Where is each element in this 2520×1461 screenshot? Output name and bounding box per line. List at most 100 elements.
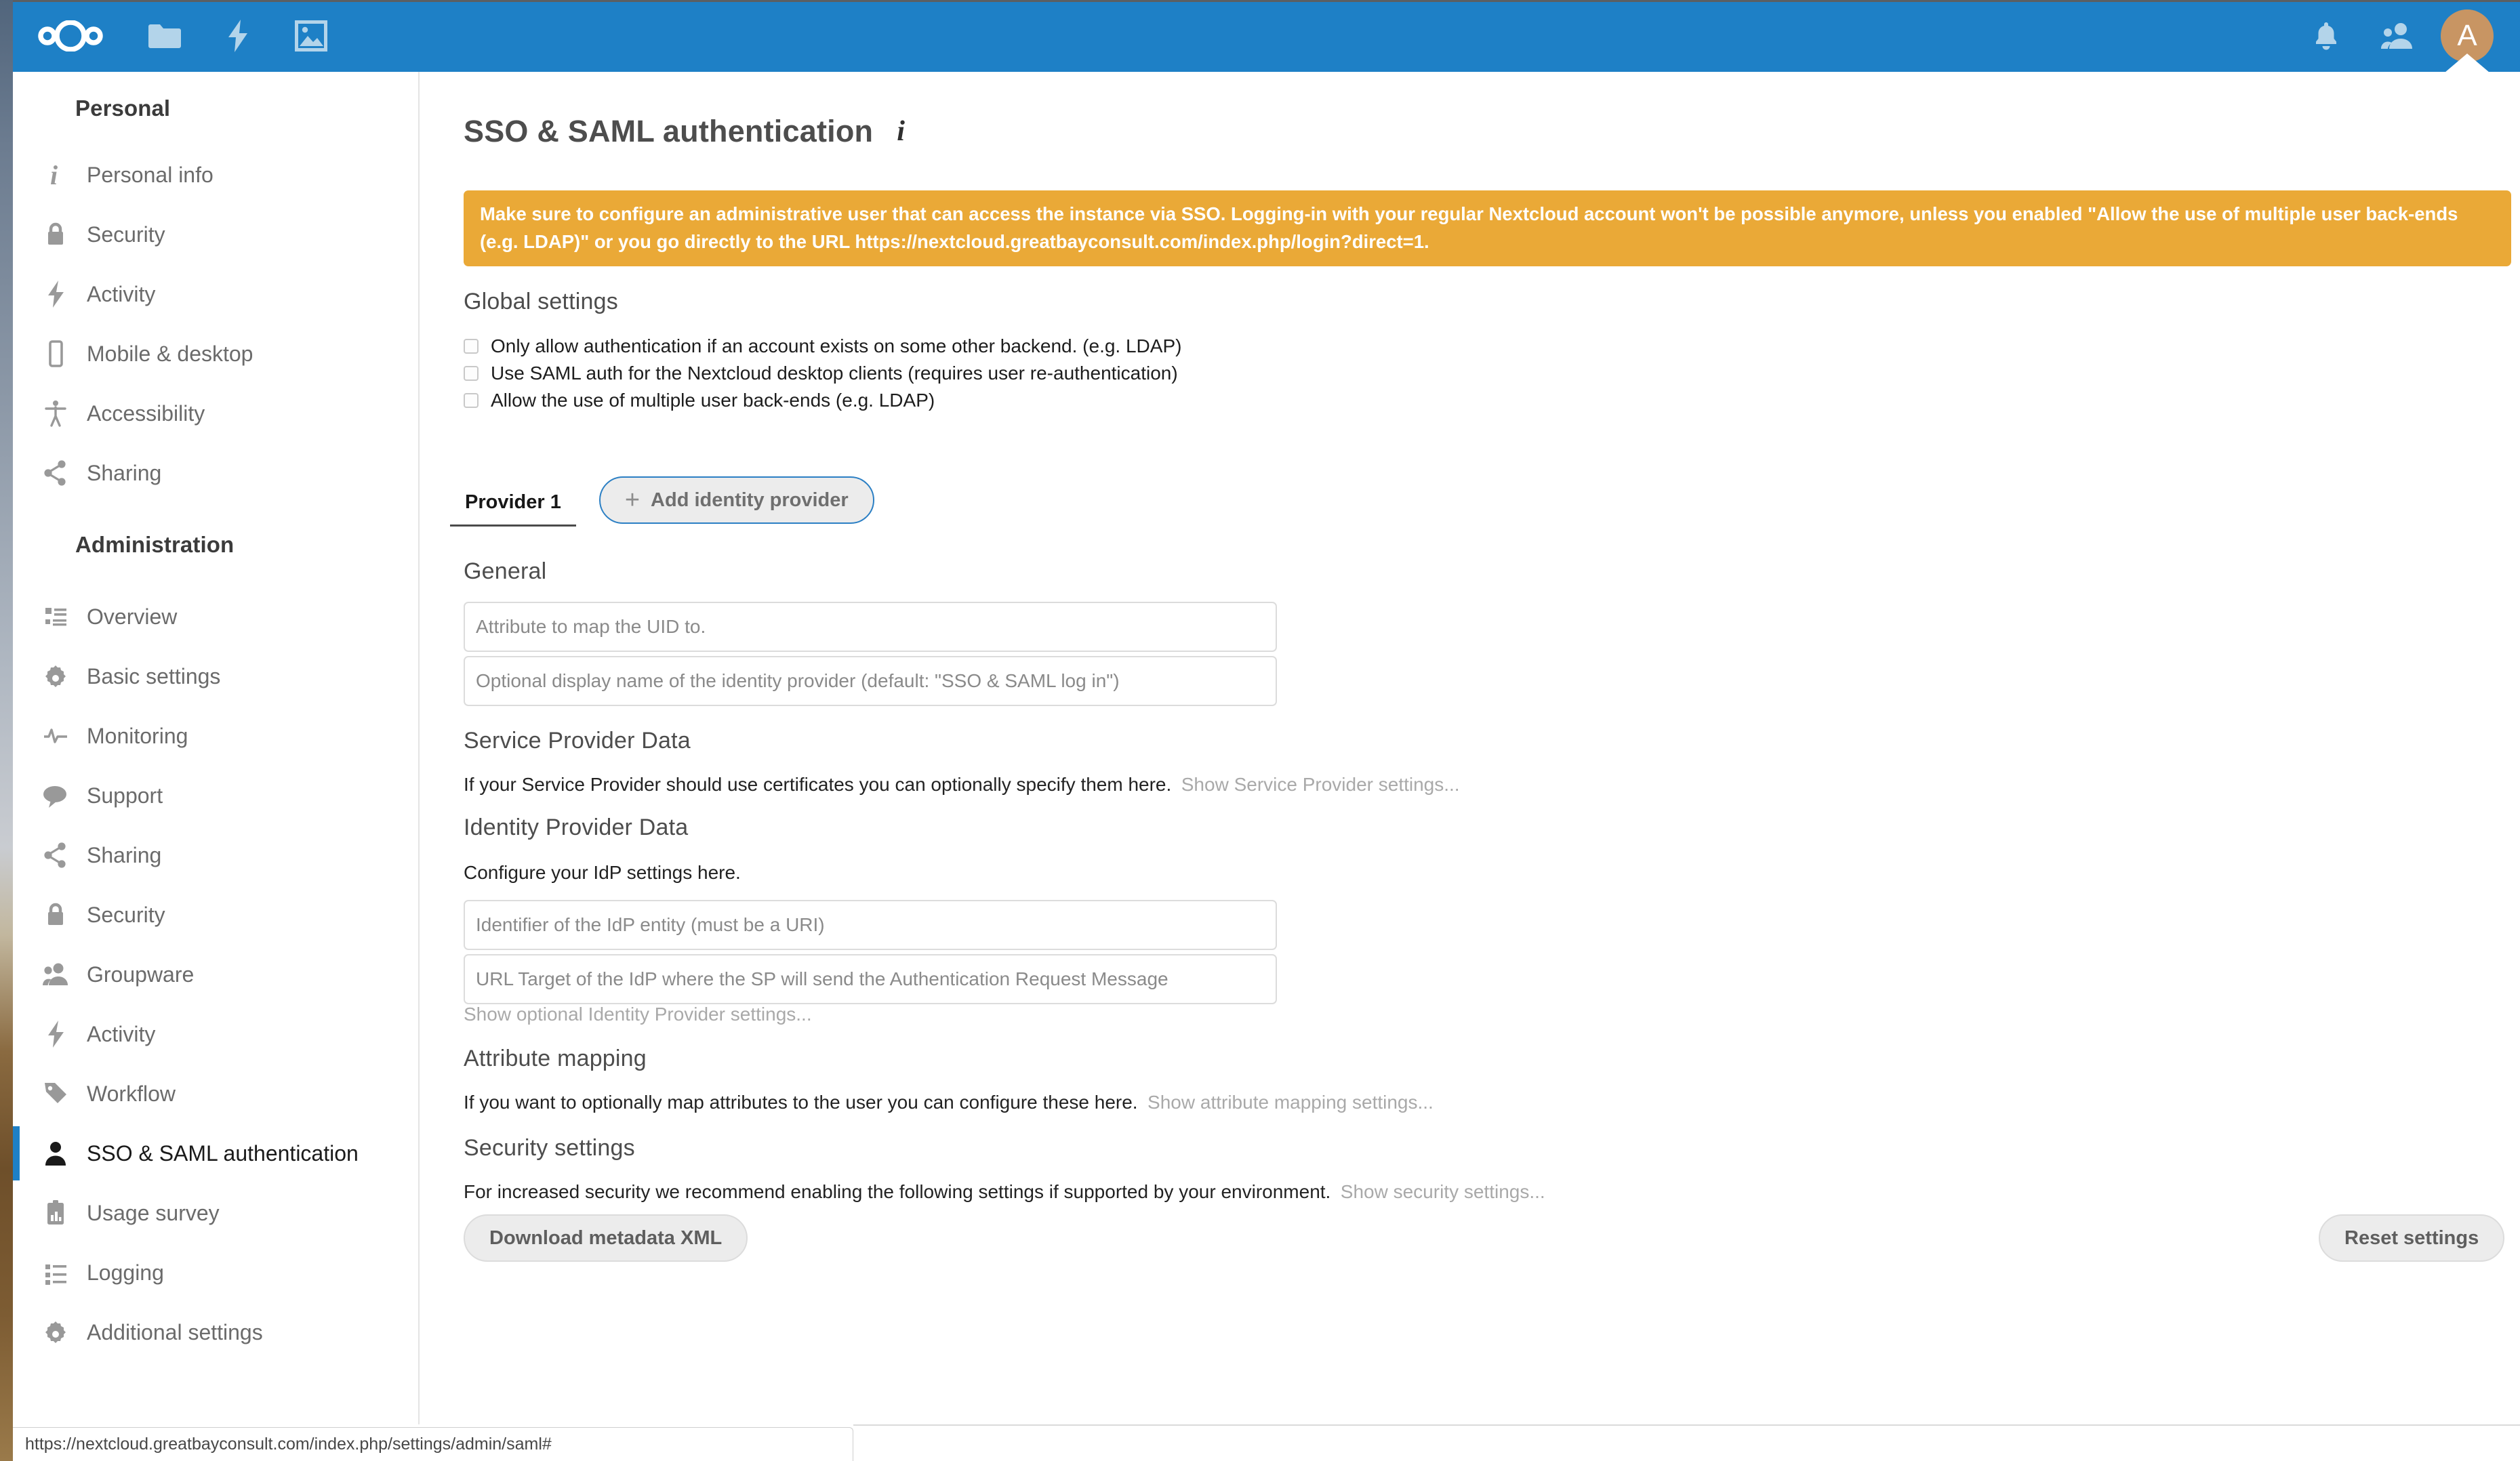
lock-icon bbox=[37, 897, 74, 933]
notifications-bell-icon[interactable] bbox=[2291, 0, 2361, 72]
contacts-icon[interactable] bbox=[2361, 0, 2432, 72]
sidebar-item-activity-personal[interactable]: Activity bbox=[13, 264, 418, 324]
gear-icon bbox=[37, 658, 74, 695]
checkbox-row[interactable]: Allow the use of multiple user back-ends… bbox=[464, 387, 1181, 414]
sidebar-item-label: Sharing bbox=[87, 842, 162, 867]
sidebar-item-sharing-admin[interactable]: Sharing bbox=[13, 825, 418, 885]
idp-entity-id-input[interactable] bbox=[464, 900, 1277, 950]
sidebar-item-activity-admin[interactable]: Activity bbox=[13, 1004, 418, 1064]
sidebar-item-label: Activity bbox=[87, 1021, 156, 1046]
clipboard-chart-icon bbox=[37, 1195, 74, 1231]
sidebar-item-security-admin[interactable]: Security bbox=[13, 885, 418, 945]
security-settings-description: For increased security we recommend enab… bbox=[464, 1181, 1331, 1202]
sidebar-item-groupware[interactable]: Groupware bbox=[13, 945, 418, 1004]
add-identity-provider-button[interactable]: + Add identity provider bbox=[598, 476, 874, 524]
sidebar-item-label: SSO & SAML authentication bbox=[87, 1140, 359, 1166]
download-metadata-xml-label: Download metadata XML bbox=[489, 1227, 723, 1249]
identity-provider-data-heading: Identity Provider Data bbox=[464, 815, 689, 840]
sidebar-item-label: Logging bbox=[87, 1260, 164, 1285]
window-bottom-divider bbox=[853, 1424, 2520, 1426]
checkbox-label[interactable]: Use SAML auth for the Nextcloud desktop … bbox=[491, 363, 1178, 384]
sidebar-item-label: Basic settings bbox=[87, 663, 221, 688]
activity-app-icon[interactable] bbox=[201, 0, 275, 72]
sidebar-item-security-personal[interactable]: Security bbox=[13, 205, 418, 264]
provider-tab-bar: Provider 1 + Add identity provider bbox=[450, 476, 874, 527]
show-security-settings-link[interactable]: Show security settings... bbox=[1341, 1181, 1545, 1202]
show-optional-identity-provider-settings-link[interactable]: Show optional Identity Provider settings… bbox=[464, 1004, 812, 1025]
desktop-wallpaper-sliver bbox=[0, 0, 13, 1461]
files-app-icon[interactable] bbox=[128, 0, 201, 72]
user-menu-caret-icon bbox=[2445, 54, 2489, 73]
gear-icon bbox=[37, 1314, 74, 1351]
sidebar-item-basic-settings[interactable]: Basic settings bbox=[13, 646, 418, 706]
sidebar-item-label: Sharing bbox=[87, 460, 162, 485]
security-settings-description-row: For increased security we recommend enab… bbox=[464, 1181, 1545, 1203]
attribute-mapping-heading: Attribute mapping bbox=[464, 1046, 647, 1071]
sidebar-item-additional-settings[interactable]: Additional settings bbox=[13, 1302, 418, 1362]
checkbox-label[interactable]: Allow the use of multiple user back-ends… bbox=[491, 390, 935, 411]
warning-text-leading: Make sure to configure an administrative… bbox=[480, 203, 2458, 252]
show-service-provider-settings-link[interactable]: Show Service Provider settings... bbox=[1181, 774, 1460, 795]
display-name-input[interactable] bbox=[464, 656, 1277, 706]
pulse-icon bbox=[37, 718, 74, 754]
sidebar-item-logging[interactable]: Logging bbox=[13, 1243, 418, 1302]
app-header: A bbox=[13, 0, 2520, 73]
sidebar-item-label: Groupware bbox=[87, 962, 195, 987]
sidebar-item-label: Accessibility bbox=[87, 400, 205, 426]
sidebar-item-sharing-personal[interactable]: Sharing bbox=[13, 443, 418, 503]
sidebar-item-label: Workflow bbox=[87, 1081, 176, 1106]
global-settings-heading: Global settings bbox=[464, 289, 618, 314]
show-attribute-mapping-settings-link[interactable]: Show attribute mapping settings... bbox=[1147, 1092, 1434, 1113]
list-icon bbox=[37, 1254, 74, 1291]
download-metadata-xml-button[interactable]: Download metadata XML bbox=[464, 1214, 748, 1262]
sidebar-item-label: Mobile & desktop bbox=[87, 341, 253, 366]
user-menu[interactable]: A bbox=[2432, 0, 2502, 73]
page-info-icon[interactable]: i bbox=[897, 115, 905, 148]
status-bar-url: https://nextcloud.greatbayconsult.com/in… bbox=[25, 1435, 552, 1454]
tab-provider-1[interactable]: Provider 1 bbox=[450, 491, 576, 527]
group-icon bbox=[37, 956, 74, 993]
idp-sso-url-input[interactable] bbox=[464, 954, 1277, 1004]
sidebar-item-monitoring[interactable]: Monitoring bbox=[13, 706, 418, 766]
sidebar-item-label: Support bbox=[87, 783, 163, 808]
header-right-group: A bbox=[2291, 0, 2520, 73]
sidebar-item-usage-survey[interactable]: Usage survey bbox=[13, 1183, 418, 1243]
use-saml-desktop-clients-checkbox[interactable] bbox=[464, 366, 479, 381]
sidebar-item-support[interactable]: Support bbox=[13, 766, 418, 825]
sidebar-item-mobile-desktop[interactable]: Mobile & desktop bbox=[13, 324, 418, 384]
browser-viewport: A Personal i Personal info Security Acti… bbox=[13, 0, 2520, 1461]
nav-caption-administration: Administration bbox=[75, 532, 235, 557]
nextcloud-logo[interactable] bbox=[13, 0, 128, 72]
reset-settings-button[interactable]: Reset settings bbox=[2319, 1214, 2505, 1262]
reset-settings-label: Reset settings bbox=[2344, 1227, 2479, 1249]
sidebar-item-sso-saml-authentication[interactable]: SSO & SAML authentication bbox=[13, 1124, 418, 1183]
checkbox-row[interactable]: Only allow authentication if an account … bbox=[464, 333, 1181, 360]
sidebar-item-label: Overview bbox=[87, 604, 178, 629]
identity-provider-description: Configure your IdP settings here. bbox=[464, 862, 741, 883]
sidebar-item-personal-info[interactable]: i Personal info bbox=[13, 145, 418, 205]
sidebar-item-label: Security bbox=[87, 902, 165, 927]
service-provider-description: If your Service Provider should use cert… bbox=[464, 774, 1172, 795]
uid-attribute-input[interactable] bbox=[464, 602, 1277, 652]
sidebar-item-accessibility[interactable]: Accessibility bbox=[13, 384, 418, 443]
svg-text:i: i bbox=[50, 160, 58, 190]
lightning-icon bbox=[37, 276, 74, 312]
sidebar-item-label: Activity bbox=[87, 281, 156, 306]
sidebar-item-overview[interactable]: Overview bbox=[13, 587, 418, 646]
only-allow-authentication-checkbox[interactable] bbox=[464, 339, 479, 354]
settings-navigation[interactable]: Personal i Personal info Security Activi… bbox=[13, 72, 420, 1424]
attribute-mapping-description: If you want to optionally map attributes… bbox=[464, 1092, 1138, 1113]
checkbox-row[interactable]: Use SAML auth for the Nextcloud desktop … bbox=[464, 360, 1181, 387]
sidebar-item-workflow[interactable]: Workflow bbox=[13, 1064, 418, 1124]
share-icon bbox=[37, 455, 74, 491]
warning-login-url: https://nextcloud.greatbayconsult.com/in… bbox=[855, 231, 1424, 252]
global-settings-checkbox-group: Only allow authentication if an account … bbox=[464, 333, 1181, 414]
info-icon: i bbox=[37, 157, 74, 193]
checkbox-label[interactable]: Only allow authentication if an account … bbox=[491, 335, 1181, 357]
allow-multiple-backends-checkbox[interactable] bbox=[464, 393, 479, 408]
photos-app-icon[interactable] bbox=[275, 0, 348, 72]
sidebar-item-label: Monitoring bbox=[87, 723, 188, 748]
nav-caption-personal: Personal bbox=[75, 96, 171, 121]
sso-warning-banner: Make sure to configure an administrative… bbox=[464, 190, 2511, 266]
add-identity-provider-label: Add identity provider bbox=[651, 489, 849, 511]
